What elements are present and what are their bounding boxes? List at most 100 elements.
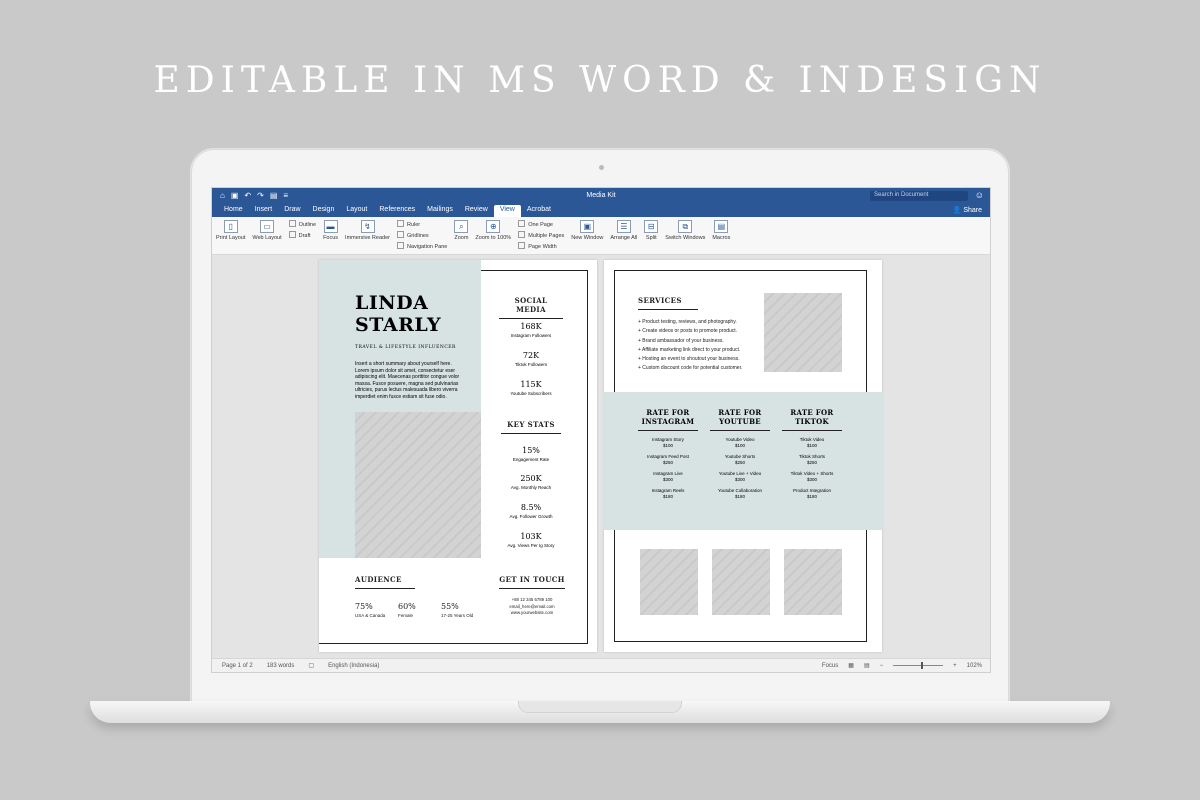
multiple-pages-button[interactable]: Multiple Pages bbox=[518, 231, 564, 240]
key-stat: 250K Avg. Monthly Reach bbox=[491, 474, 571, 490]
rate-column-tiktok: RATE FOR TIKTOK Tiktok Video $100 Tiktok S… bbox=[782, 408, 842, 500]
rate-item-price: $100 bbox=[734, 443, 745, 448]
stat-value: 168K bbox=[520, 322, 542, 331]
word-count[interactable]: 183 words bbox=[267, 663, 295, 669]
key-stat: 8.5% Avg. Follower Growth bbox=[491, 503, 571, 519]
new-window-button[interactable]: ▣ New Window bbox=[571, 220, 603, 241]
web-layout-view-icon[interactable]: ▤ bbox=[864, 662, 870, 669]
gallery-image-placeholder bbox=[784, 549, 842, 615]
rate-item-price: $100 bbox=[806, 443, 817, 448]
print-layout-label: Print Layout bbox=[216, 235, 246, 241]
focus-status-button[interactable]: Focus bbox=[822, 663, 838, 669]
arrange-all-button[interactable]: ☰ Arrange All bbox=[610, 220, 637, 241]
profile-image-placeholder bbox=[355, 412, 481, 558]
arrange-all-label: Arrange All bbox=[610, 235, 638, 241]
rate-item: Youtube Shorts $250 bbox=[710, 454, 770, 466]
stat-label: Avg. Views Per Ig Story bbox=[507, 543, 555, 548]
zoom-button[interactable]: ⌕ Zoom bbox=[454, 220, 468, 241]
search-input[interactable]: Search in Document bbox=[870, 191, 968, 201]
navigation-pane-checkbox[interactable]: Navigation Pane bbox=[397, 242, 447, 251]
tab-acrobat[interactable]: Acrobat bbox=[521, 205, 557, 217]
focus-icon: ▬ bbox=[323, 220, 338, 233]
profile-bio: Insert a short summary about yourself he… bbox=[355, 361, 460, 400]
tab-design[interactable]: Design bbox=[307, 205, 341, 217]
focus-button[interactable]: ▬ Focus bbox=[323, 220, 338, 241]
stat-value: 250K bbox=[520, 474, 542, 483]
service-item: + Brand ambassador of your business. bbox=[638, 337, 724, 344]
macros-button[interactable]: ▤ Macros bbox=[712, 220, 730, 241]
outline-button[interactable]: Outline bbox=[289, 220, 316, 229]
zoom-100-label: Zoom to 100% bbox=[475, 235, 512, 241]
tab-layout[interactable]: Layout bbox=[340, 205, 373, 217]
contact-heading: GET IN TOUCH bbox=[499, 575, 565, 584]
services-list: + Product testing, reviews, and photogra… bbox=[638, 318, 768, 374]
print-layout-button[interactable]: ▯ Print Layout bbox=[216, 220, 245, 241]
tab-mailings[interactable]: Mailings bbox=[421, 205, 459, 217]
tab-references[interactable]: References bbox=[373, 205, 421, 217]
rate-item: Instagram Story $100 bbox=[638, 437, 698, 449]
page-count[interactable]: Page 1 of 2 bbox=[222, 663, 253, 669]
audience-value: 55% bbox=[441, 602, 459, 611]
audience-stat: 55% 17-25 Years Old bbox=[441, 602, 473, 618]
service-item: + Custom discount code for potential cus… bbox=[638, 365, 743, 372]
audience-value: 60% bbox=[398, 602, 416, 611]
switch-windows-button[interactable]: ⧉ Switch Windows bbox=[665, 220, 705, 241]
audience-rule bbox=[355, 588, 415, 589]
rate-title-line: RATE FOR bbox=[718, 408, 762, 417]
proofing-icon[interactable]: ▢ bbox=[308, 662, 314, 669]
contact-rule bbox=[499, 588, 565, 589]
rate-rule bbox=[638, 430, 698, 431]
gridlines-checkbox[interactable]: Gridlines bbox=[397, 231, 447, 240]
share-button[interactable]: 👤 Share bbox=[953, 206, 982, 214]
rate-item-price: $180 bbox=[806, 494, 817, 499]
service-item: + Product testing, reviews, and photogra… bbox=[638, 319, 737, 325]
zoom-100-icon: ⊕ bbox=[486, 220, 501, 233]
rate-item: Youtube Live + Video $300 bbox=[710, 471, 770, 483]
print-layout-icon: ▯ bbox=[223, 220, 238, 233]
web-layout-label: Web Layout bbox=[252, 235, 282, 241]
one-page-button[interactable]: One Page bbox=[518, 220, 564, 229]
stat-value: 15% bbox=[522, 446, 540, 455]
status-bar: Page 1 of 2 183 words ▢ English (Indones… bbox=[212, 658, 990, 672]
rate-column-youtube: RATE FOR YOUTUBE Youtube Video $100 Youtub… bbox=[710, 408, 770, 500]
contact-section: GET IN TOUCH +88 12 345 6789 100 email_h… bbox=[499, 575, 565, 617]
audience-heading: AUDIENCE bbox=[355, 575, 402, 584]
page-width-button[interactable]: Page Width bbox=[518, 242, 564, 251]
social-stat: 72K Tiktok Followers bbox=[491, 351, 571, 367]
split-button[interactable]: ⊟ Split bbox=[644, 220, 659, 241]
contact-details: +88 12 345 6789 100 email_here@email.com… bbox=[499, 597, 565, 617]
document-area[interactable]: LINDA STARLY TRAVEL & LIFESTYLE INFLUENC… bbox=[212, 255, 990, 660]
tab-review[interactable]: Review bbox=[459, 205, 494, 217]
rate-rule bbox=[782, 430, 842, 431]
laptop-lid: ⌂ ▣ ↶ ↷ ▤ ≡ Media Kit Search in Document… bbox=[190, 148, 1010, 703]
zoom-in-icon[interactable]: + bbox=[953, 663, 957, 669]
print-layout-view-icon[interactable]: ▦ bbox=[848, 662, 854, 669]
services-heading: SERVICES bbox=[638, 296, 682, 305]
switch-windows-icon: ⧉ bbox=[678, 220, 693, 233]
zoom-slider[interactable] bbox=[893, 662, 944, 669]
zoom-100-button[interactable]: ⊕ Zoom to 100% bbox=[475, 220, 511, 241]
key-stats-rule bbox=[501, 433, 561, 434]
zoom-level[interactable]: 102% bbox=[967, 663, 982, 669]
tab-insert[interactable]: Insert bbox=[249, 205, 279, 217]
tab-home[interactable]: Home bbox=[218, 205, 249, 217]
immersive-reader-button[interactable]: ↯ Immersive Reader bbox=[345, 220, 390, 241]
rate-item: Instagram Feed Post $250 bbox=[638, 454, 698, 466]
ruler-checkbox[interactable]: Ruler bbox=[397, 220, 447, 229]
web-layout-button[interactable]: ▭ Web Layout bbox=[252, 220, 282, 241]
rate-title-line: RATE FOR bbox=[790, 408, 834, 417]
audience-value: 75% bbox=[355, 602, 373, 611]
ribbon-view: ▯ Print Layout ▭ Web Layout Outline Draft … bbox=[212, 217, 990, 255]
tab-draw[interactable]: Draw bbox=[278, 205, 306, 217]
language-indicator[interactable]: English (Indonesia) bbox=[328, 663, 379, 669]
rate-item: Youtube Collaboration $180 bbox=[710, 488, 770, 500]
tab-view[interactable]: View bbox=[493, 205, 521, 217]
rate-item-price: $250 bbox=[662, 460, 673, 465]
name-line-2: STARLY bbox=[355, 314, 442, 336]
headline: EDITABLE IN MS WORD & INDESIGN bbox=[153, 60, 1047, 101]
account-icon[interactable]: ☺ bbox=[975, 190, 984, 200]
rate-title-platform: INSTAGRAM bbox=[641, 417, 695, 426]
zoom-out-icon[interactable]: − bbox=[880, 663, 884, 669]
draft-button[interactable]: Draft bbox=[289, 231, 316, 240]
rate-title: RATE FOR YOUTUBE bbox=[710, 408, 770, 426]
